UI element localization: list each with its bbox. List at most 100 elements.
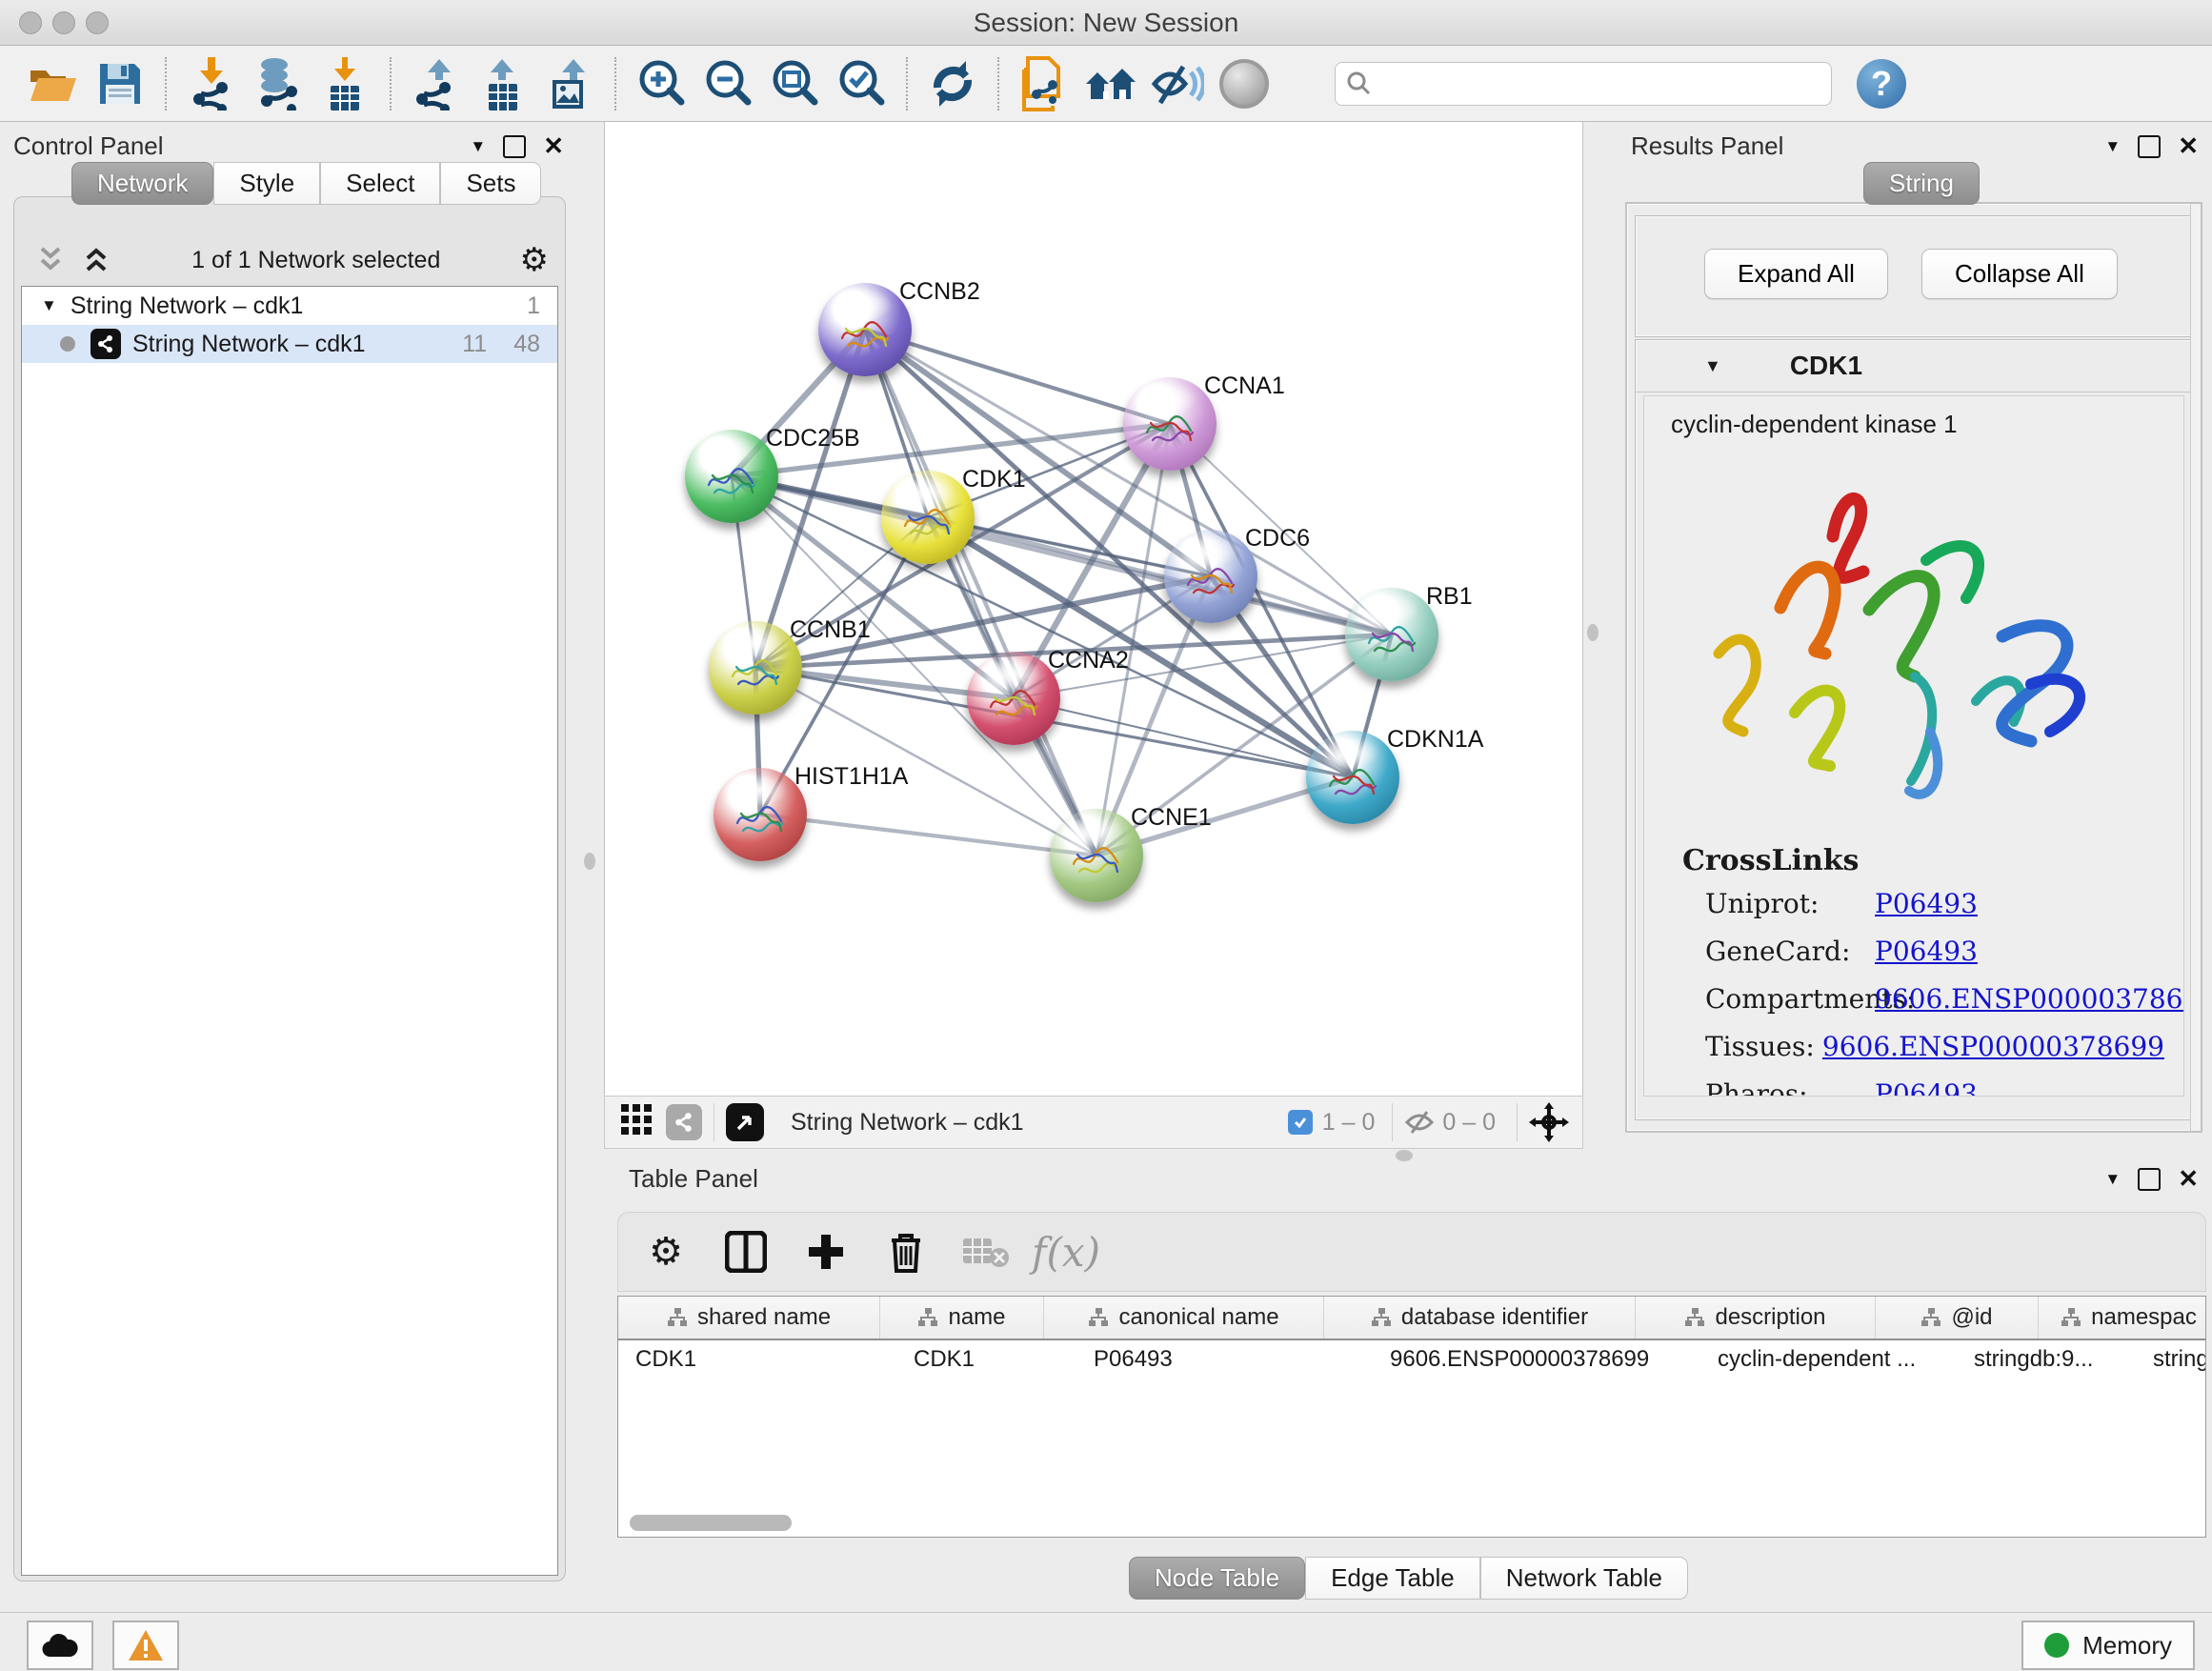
memory-button[interactable]: Memory xyxy=(2021,1621,2195,1670)
column-header-database-identifier[interactable]: database identifier xyxy=(1324,1297,1636,1339)
network-node-label: CCNA2 xyxy=(1048,647,1129,674)
results-panel-collapse-icon[interactable]: ▼ xyxy=(2104,137,2121,156)
table-panel-tabs: Node TableEdge TableNetwork Table xyxy=(1129,1557,1688,1600)
expand-all-chevron-icon[interactable] xyxy=(80,245,112,275)
open-folder-icon[interactable] xyxy=(27,57,80,111)
import-network-icon[interactable] xyxy=(185,57,238,111)
column-header-description[interactable]: description xyxy=(1636,1297,1876,1339)
column-header-namespac[interactable]: namespac xyxy=(2039,1297,2206,1339)
control-panel-title: Control Panel xyxy=(13,131,164,161)
crosslink-value-link[interactable]: 9606.ENSP00000378699 xyxy=(1822,1031,2164,1062)
left-splitter-handle[interactable] xyxy=(584,853,595,870)
right-splitter-handle[interactable] xyxy=(1587,624,1599,641)
collapse-all-chevron-icon[interactable] xyxy=(34,245,67,275)
session-files-icon[interactable] xyxy=(1017,57,1071,111)
table-row[interactable]: CDK1CDK1P064939606.ENSP00000378699cyclin… xyxy=(618,1340,2205,1379)
table-horizontal-scrollbar[interactable] xyxy=(630,1515,792,1531)
memory-label: Memory xyxy=(2082,1631,2172,1661)
zoom-selected-icon[interactable] xyxy=(835,57,888,111)
window-title: Session: New Session xyxy=(0,8,2212,38)
collapse-all-button[interactable]: Collapse All xyxy=(1921,249,2118,299)
control-panel-collapse-icon[interactable]: ▼ xyxy=(470,137,486,156)
results-panel-close-icon[interactable]: ✕ xyxy=(2178,131,2199,161)
crosslink-value-link[interactable]: P06493 xyxy=(1875,888,1978,919)
function-builder-icon[interactable]: f(x) xyxy=(1041,1227,1091,1277)
control-panel-close-icon[interactable]: ✕ xyxy=(543,131,564,161)
edge-count: 48 xyxy=(513,331,540,358)
hide-details-icon[interactable] xyxy=(1151,57,1204,111)
hidden-eye-icon[interactable] xyxy=(1404,1110,1435,1135)
control-panel-float-icon[interactable] xyxy=(503,135,526,158)
column-header-shared-name[interactable]: shared name xyxy=(618,1297,880,1339)
column-type-icon xyxy=(1684,1307,1705,1328)
table-cell: P06493 xyxy=(1076,1346,1373,1373)
network-row[interactable]: String Network – cdk1 11 48 xyxy=(22,325,557,363)
selected-checkbox-icon[interactable] xyxy=(1288,1110,1313,1135)
network-options-gear-icon[interactable]: ⚙ xyxy=(520,244,549,276)
tab-edge-table[interactable]: Edge Table xyxy=(1305,1557,1480,1600)
memory-status-dot-icon xyxy=(2044,1633,2069,1658)
save-session-icon[interactable] xyxy=(93,57,147,111)
column-type-icon xyxy=(1371,1307,1392,1328)
column-header-canonical-name[interactable]: canonical name xyxy=(1044,1297,1324,1339)
results-panel: Expand All Collapse All ▼ CDK1 cyclin-de… xyxy=(1625,202,2202,1133)
tab-network-table[interactable]: Network Table xyxy=(1480,1557,1688,1600)
crosslink-value-link[interactable]: P06493 xyxy=(1875,1078,1978,1097)
tab-sets[interactable]: Sets xyxy=(440,162,541,205)
table-panel-float-icon[interactable] xyxy=(2138,1168,2161,1191)
gene-collapse-icon[interactable]: ▼ xyxy=(1704,356,1721,376)
results-scrollbar[interactable] xyxy=(2190,204,2201,1131)
network-collection-row[interactable]: ▼ String Network – cdk1 1 xyxy=(22,287,557,325)
table-cell: cyclin-dependent ... xyxy=(1700,1346,1957,1373)
network-labels-layer: CCNB2CCNA1CDC25BCDK1CDC6RB1CCNB1CCNA2CDK… xyxy=(605,122,1582,1096)
fit-content-crosshair-icon[interactable] xyxy=(1529,1102,1569,1142)
tree-expander-icon[interactable]: ▼ xyxy=(41,296,57,315)
table-cell: stringdb xyxy=(2136,1346,2206,1373)
help-icon[interactable]: ? xyxy=(1857,59,1906,109)
export-network-icon[interactable] xyxy=(410,57,463,111)
import-table-icon[interactable] xyxy=(318,57,372,111)
tab-string[interactable]: String xyxy=(1863,162,1980,205)
open-in-new-window-icon[interactable] xyxy=(726,1103,764,1141)
column-header--id[interactable]: @id xyxy=(1876,1297,2039,1339)
results-panel-float-icon[interactable] xyxy=(2138,135,2161,158)
zoom-out-icon[interactable] xyxy=(701,57,754,111)
column-type-icon xyxy=(917,1307,938,1328)
share-network-icon[interactable] xyxy=(666,1104,702,1140)
warning-status-button[interactable] xyxy=(112,1621,179,1670)
table-body: CDK1CDK1P064939606.ENSP00000378699cyclin… xyxy=(618,1340,2205,1379)
results-panel-title: Results Panel xyxy=(1631,131,1783,161)
export-image-icon[interactable] xyxy=(543,57,596,111)
bottom-splitter-handle[interactable] xyxy=(1396,1150,1413,1161)
network-status-dot-icon xyxy=(60,336,75,352)
birdseye-grid-icon[interactable] xyxy=(620,1103,653,1142)
expand-all-button[interactable]: Expand All xyxy=(1704,249,1888,299)
network-canvas[interactable]: CCNB2CCNA1CDC25BCDK1CDC6RB1CCNB1CCNA2CDK… xyxy=(604,122,1583,1096)
tab-node-table[interactable]: Node Table xyxy=(1129,1557,1305,1600)
crosslink-value-link[interactable]: 9606.ENSP00000378699 xyxy=(1875,983,2184,1015)
tab-style[interactable]: Style xyxy=(213,162,320,205)
control-panel-tabs: NetworkStyleSelectSets xyxy=(71,162,541,205)
zoom-fit-icon[interactable] xyxy=(768,57,821,111)
tab-select[interactable]: Select xyxy=(320,162,440,205)
crosslink-label: Tissues: xyxy=(1705,1031,1822,1062)
import-database-icon[interactable] xyxy=(251,57,305,111)
table-settings-gear-icon[interactable]: ⚙ xyxy=(641,1227,691,1277)
search-input[interactable] xyxy=(1372,70,1821,98)
delete-column-trash-icon[interactable] xyxy=(881,1227,931,1277)
create-column-plus-icon[interactable] xyxy=(801,1227,851,1277)
cloud-status-button[interactable] xyxy=(27,1621,93,1670)
export-table-icon[interactable] xyxy=(476,57,530,111)
delete-table-icon[interactable] xyxy=(961,1227,1011,1277)
show-columns-icon[interactable] xyxy=(721,1227,771,1277)
tab-network[interactable]: Network xyxy=(71,162,213,205)
network-view-toolbar: String Network – cdk1 1 – 0 0 – 0 xyxy=(604,1096,1583,1149)
crosslink-value-link[interactable]: P06493 xyxy=(1875,936,1978,967)
table-panel-close-icon[interactable]: ✕ xyxy=(2178,1164,2199,1194)
column-header-name[interactable]: name xyxy=(880,1297,1044,1339)
crosslink-label: Compartments: xyxy=(1705,983,1875,1015)
table-panel-collapse-icon[interactable]: ▼ xyxy=(2104,1170,2121,1189)
show-all-networks-icon[interactable] xyxy=(1084,57,1137,111)
refresh-layout-icon[interactable] xyxy=(926,57,979,111)
zoom-in-icon[interactable] xyxy=(634,57,688,111)
